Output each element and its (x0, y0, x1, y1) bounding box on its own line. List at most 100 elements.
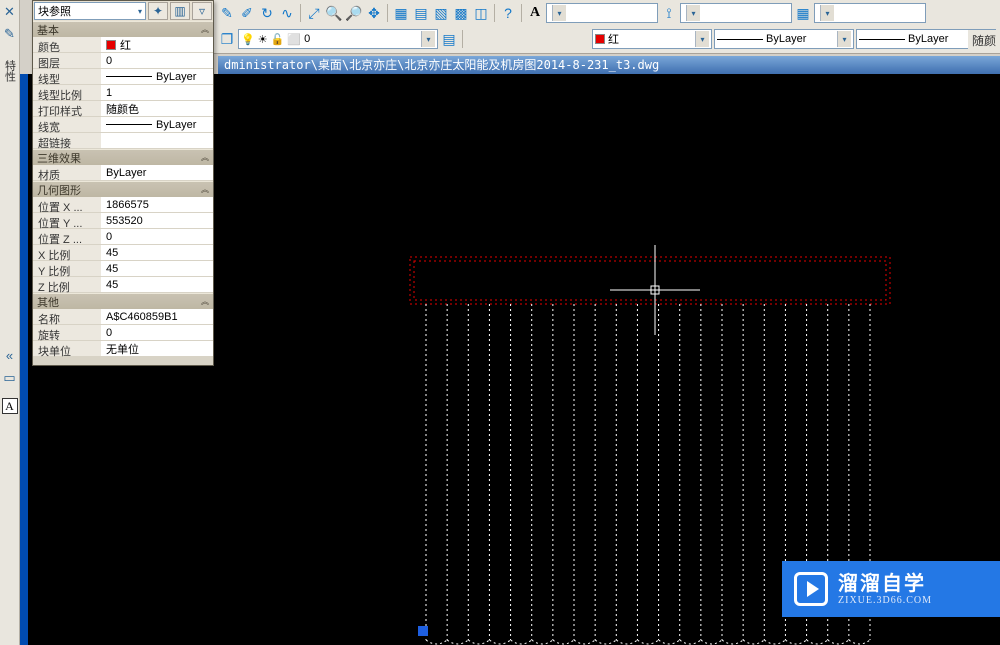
text-style-combo[interactable]: ▾ (546, 3, 658, 23)
chevron-down-icon: ▾ (686, 5, 700, 21)
quick-select-button[interactable]: ✦ (148, 2, 168, 20)
property-row[interactable]: 颜色红 (33, 37, 213, 53)
property-value[interactable]: ByLayer (101, 117, 213, 132)
property-value[interactable]: ByLayer (101, 69, 213, 84)
collapse-icon[interactable]: « (2, 348, 18, 364)
property-key: 名称 (33, 309, 101, 324)
watermark-url: ZIXUE.3D66.COM (838, 595, 932, 606)
property-value[interactable]: 553520 (101, 213, 213, 228)
layer-combo[interactable]: 💡 ☀ 🔓 ⬜ 0▾ (238, 29, 438, 49)
property-row[interactable]: 旋转0 (33, 325, 213, 341)
property-value[interactable]: 45 (101, 277, 213, 292)
group-header[interactable]: 几何图形︽ (33, 181, 213, 197)
property-row[interactable]: 打印样式随颜色 (33, 101, 213, 117)
excel-icon[interactable]: ▩ (452, 4, 470, 22)
filter-button[interactable]: ▿ (192, 2, 212, 20)
property-key: X 比例 (33, 245, 101, 260)
property-row[interactable]: 位置 Z ...0 (33, 229, 213, 245)
chevron-down-icon: ▾ (138, 7, 142, 16)
text-tool-button[interactable]: A (2, 398, 18, 414)
property-value[interactable]: 1866575 (101, 197, 213, 212)
pick-button[interactable]: ▥ (170, 2, 190, 20)
property-key: 位置 Z ... (33, 229, 101, 244)
help-icon[interactable]: ? (499, 4, 517, 22)
property-row[interactable]: 位置 Y ...553520 (33, 213, 213, 229)
brush-icon[interactable]: ✐ (238, 4, 256, 22)
property-row[interactable]: 名称A$C460859B1 (33, 309, 213, 325)
property-value[interactable]: 45 (101, 245, 213, 260)
property-key: 位置 Y ... (33, 213, 101, 228)
property-key: 块单位 (33, 341, 101, 356)
property-row[interactable]: 材质ByLayer (33, 165, 213, 181)
link-icon[interactable]: ◫ (472, 4, 490, 22)
line-sample (859, 39, 905, 40)
layer-props-icon[interactable]: ▦ (392, 4, 410, 22)
document-title-tab[interactable]: dministrator\桌面\北京亦庄\北京亦庄太阳能及机房图2014-8-2… (218, 56, 1000, 74)
chevron-down-icon: ▾ (837, 31, 851, 47)
dim-style-icon[interactable]: ⟟ (660, 4, 678, 22)
property-value[interactable] (101, 133, 213, 148)
property-key: 打印样式 (33, 101, 101, 116)
line-sample (717, 39, 763, 40)
watermark-badge: 溜溜自学 ZIXUE.3D66.COM (782, 561, 1000, 617)
plot-style-label: 随颜 (968, 30, 1000, 51)
property-row[interactable]: X 比例45 (33, 245, 213, 261)
toolbar-row-2: ❐ 💡 ☀ 🔓 ⬜ 0▾ ▤ 红 ▾ ByLayer ▾ ByLayer ▾ 随… (214, 26, 1000, 52)
redo-icon[interactable]: ↻ (258, 4, 276, 22)
pin-icon[interactable]: ✕ (2, 4, 18, 20)
spline-icon[interactable]: ∿ (278, 4, 296, 22)
group-header[interactable]: 三维效果︽ (33, 149, 213, 165)
color-combo[interactable]: 红 ▾ (592, 29, 712, 49)
zoom-rt-icon[interactable]: ⤢ (305, 4, 323, 22)
lineweight-label: ByLayer (908, 33, 948, 45)
group-header[interactable]: 基本︽ (33, 21, 213, 37)
zoom-in-icon[interactable]: 🔍 (325, 4, 343, 22)
watermark-brand: 溜溜自学 (838, 573, 932, 595)
layer-manager-icon[interactable]: ❐ (218, 30, 236, 48)
property-value[interactable]: 45 (101, 261, 213, 276)
property-key: 材质 (33, 165, 101, 180)
property-value[interactable]: 0 (101, 53, 213, 68)
dim-style-combo[interactable]: ▾ (680, 3, 792, 23)
property-value[interactable]: 0 (101, 325, 213, 340)
property-value[interactable]: 无单位 (101, 341, 213, 356)
property-key: 线型比例 (33, 85, 101, 100)
property-value[interactable]: ByLayer (101, 165, 213, 180)
table-style-icon[interactable]: ▦ (794, 4, 812, 22)
property-value[interactable]: 1 (101, 85, 213, 100)
property-row[interactable]: 超链接 (33, 133, 213, 149)
property-value[interactable]: 红 (101, 37, 213, 52)
calc-icon[interactable]: ▤ (412, 4, 430, 22)
group-header[interactable]: 其他︽ (33, 293, 213, 309)
tool-icon-1[interactable]: ✎ (2, 26, 18, 42)
text-style-button[interactable]: A (526, 4, 544, 22)
expand-icon[interactable]: ▭ (2, 370, 18, 386)
property-row[interactable]: 块单位无单位 (33, 341, 213, 357)
property-row[interactable]: 图层0 (33, 53, 213, 69)
property-row[interactable]: 位置 X ...1866575 (33, 197, 213, 213)
object-type-label: 块参照 (38, 3, 71, 19)
sheet-icon[interactable]: ▧ (432, 4, 450, 22)
top-toolbar: ✎ ✐ ↻ ∿ ⤢ 🔍 🔎 ✥ ▦ ▤ ▧ ▩ ◫ ? A ▾ ⟟ ▾ ▦ ▾ … (214, 0, 1000, 54)
property-row[interactable]: 线宽ByLayer (33, 117, 213, 133)
table-style-combo[interactable]: ▾ (814, 3, 926, 23)
property-value[interactable]: A$C460859B1 (101, 309, 213, 324)
property-row[interactable]: 线型比例1 (33, 85, 213, 101)
property-value[interactable]: 0 (101, 229, 213, 244)
pan-icon[interactable]: ✥ (365, 4, 383, 22)
scroll-ruler[interactable] (20, 74, 28, 645)
layer-tools-icon[interactable]: ▤ (440, 30, 458, 48)
property-value[interactable]: 随颜色 (101, 101, 213, 116)
property-key: Y 比例 (33, 261, 101, 276)
property-key: 图层 (33, 53, 101, 68)
property-row[interactable]: Z 比例45 (33, 277, 213, 293)
property-row[interactable]: 线型ByLayer (33, 69, 213, 85)
linetype-combo[interactable]: ByLayer ▾ (714, 29, 854, 49)
zoom-out-icon[interactable]: 🔎 (345, 4, 363, 22)
object-type-select[interactable]: 块参照 ▾ (34, 2, 146, 20)
property-key: 颜色 (33, 37, 101, 52)
pencil-icon[interactable]: ✎ (218, 4, 236, 22)
property-row[interactable]: Y 比例45 (33, 261, 213, 277)
toolbar-row-1: ✎ ✐ ↻ ∿ ⤢ 🔍 🔎 ✥ ▦ ▤ ▧ ▩ ◫ ? A ▾ ⟟ ▾ ▦ ▾ (214, 0, 1000, 26)
palette-vert-label: 特性 (2, 60, 18, 82)
